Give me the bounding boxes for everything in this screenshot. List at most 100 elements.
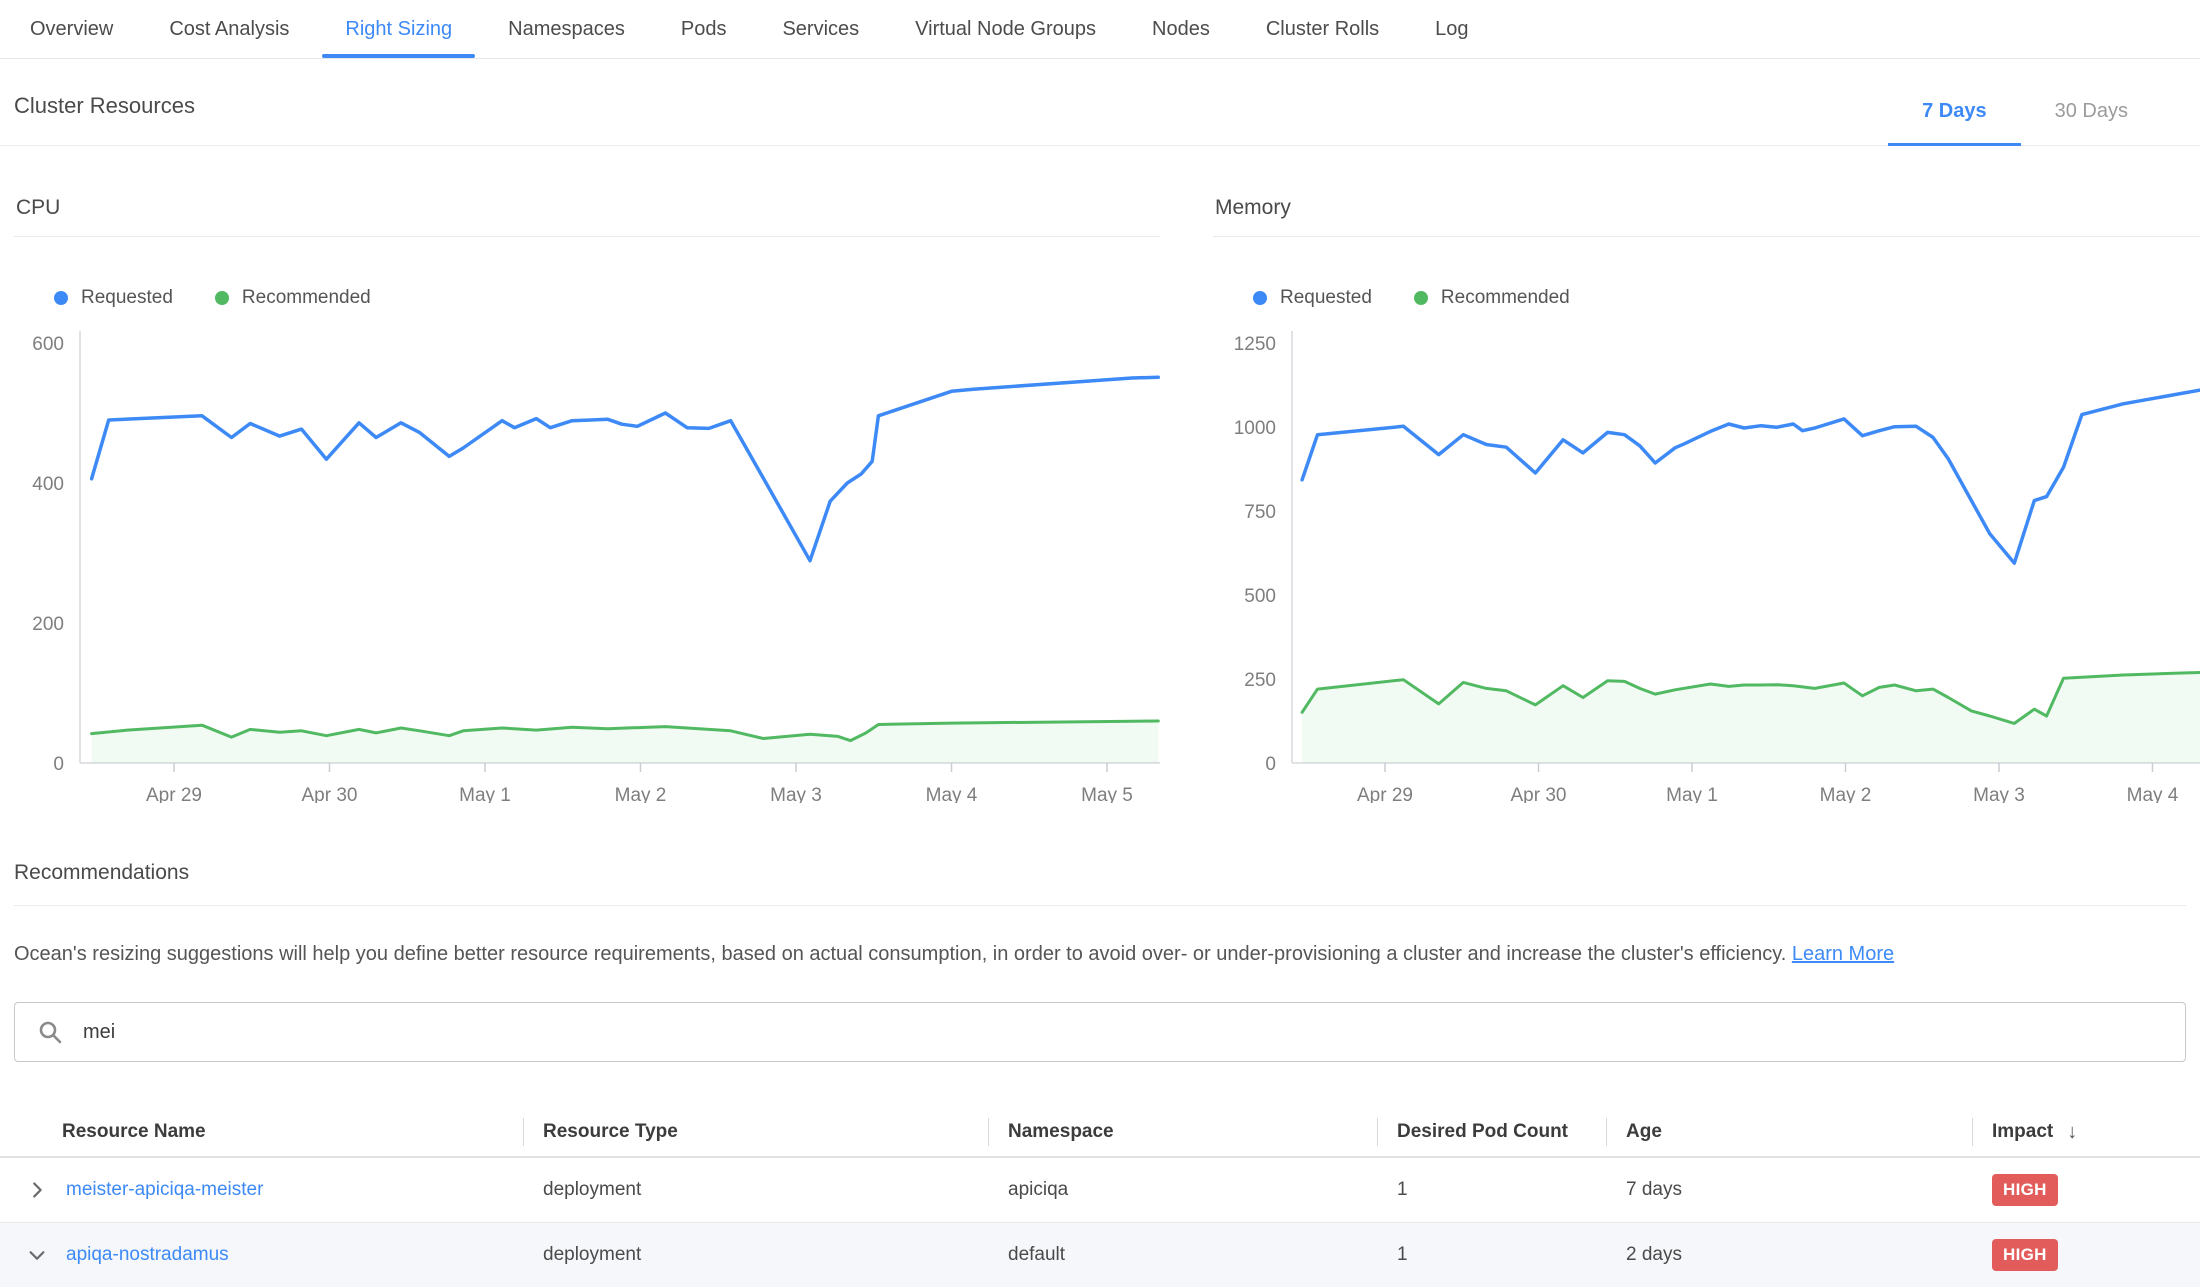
svg-text:200: 200 bbox=[32, 614, 64, 635]
legend-label: Recommended bbox=[242, 287, 371, 309]
tab-label: Nodes bbox=[1152, 18, 1210, 41]
column-header-label: Age bbox=[1626, 1121, 1662, 1143]
svg-text:600: 600 bbox=[32, 334, 64, 355]
svg-text:May 1: May 1 bbox=[1666, 785, 1718, 803]
recommendations-section: Recommendations Ocean's resizing suggest… bbox=[0, 803, 2200, 968]
desired-pod-count-cell: 1 bbox=[1377, 1244, 1606, 1266]
svg-text:May 2: May 2 bbox=[615, 785, 667, 803]
learn-more-link[interactable]: Learn More bbox=[1792, 943, 1894, 965]
impact-cell: HIGH bbox=[1972, 1174, 2200, 1206]
tab-label: Namespaces bbox=[508, 18, 625, 41]
memory-chart-panel: Memory Requested Recommended 0 250 500 750 1… bbox=[1213, 196, 2200, 803]
svg-text:0: 0 bbox=[53, 754, 64, 775]
svg-text:May 3: May 3 bbox=[1973, 785, 2025, 803]
recommended-legend-dot-icon bbox=[1414, 291, 1428, 305]
column-header-namespace[interactable]: Namespace bbox=[988, 1108, 1377, 1156]
recommendations-table: Resource Name Resource Type Namespace De… bbox=[0, 1108, 2200, 1287]
impact-high-badge: HIGH bbox=[1992, 1239, 2058, 1271]
requested-legend-dot-icon bbox=[54, 291, 68, 305]
tab-overview[interactable]: Overview bbox=[2, 0, 141, 58]
resource-type-cell: deployment bbox=[523, 1179, 988, 1201]
time-range-toggle: 7 Days 30 Days bbox=[1888, 100, 2162, 145]
tab-nodes[interactable]: Nodes bbox=[1124, 0, 1238, 58]
legend-label: Requested bbox=[81, 287, 173, 309]
column-header-label: Impact bbox=[1992, 1121, 2053, 1143]
svg-text:Apr 30: Apr 30 bbox=[1511, 785, 1567, 803]
age-cell: 2 days bbox=[1606, 1244, 1972, 1266]
tab-cost-analysis[interactable]: Cost Analysis bbox=[141, 0, 317, 58]
column-header-label: Resource Type bbox=[543, 1121, 678, 1143]
resource-name-cell: apiqa-nostradamus bbox=[0, 1242, 523, 1268]
cluster-resources-header: Cluster Resources 7 Days 30 Days bbox=[0, 59, 2200, 146]
search-box[interactable] bbox=[14, 1002, 2186, 1062]
table-row[interactable]: apiqa-nostradamus deployment default 1 2… bbox=[0, 1222, 2200, 1287]
cpu-chart-legend: Requested Recommended bbox=[54, 287, 1160, 309]
column-header-desired-pod-count[interactable]: Desired Pod Count bbox=[1377, 1108, 1606, 1156]
resource-name-link[interactable]: meister-apiciqa-meister bbox=[66, 1179, 263, 1201]
column-header-age[interactable]: Age bbox=[1606, 1108, 1972, 1156]
svg-text:May 4: May 4 bbox=[2127, 785, 2179, 803]
memory-chart: 025050075010001250Apr 29Apr 30May 1May 2… bbox=[1213, 323, 2200, 803]
column-header-label: Namespace bbox=[1008, 1121, 1114, 1143]
tab-services[interactable]: Services bbox=[754, 0, 887, 58]
impact-high-badge: HIGH bbox=[1992, 1174, 2058, 1206]
legend-item-recommended: Recommended bbox=[215, 287, 371, 309]
legend-item-requested: Requested bbox=[54, 287, 173, 309]
tab-virtual-node-groups[interactable]: Virtual Node Groups bbox=[887, 0, 1124, 58]
legend-label: Recommended bbox=[1441, 287, 1570, 309]
column-header-label: Desired Pod Count bbox=[1397, 1121, 1568, 1143]
svg-text:750: 750 bbox=[1244, 502, 1276, 523]
requested-legend-dot-icon bbox=[1253, 291, 1267, 305]
age-cell: 7 days bbox=[1606, 1179, 1972, 1201]
column-header-resource-type[interactable]: Resource Type bbox=[523, 1108, 988, 1156]
tab-label: Cost Analysis bbox=[169, 18, 289, 41]
collapse-chevron-down-icon[interactable] bbox=[24, 1242, 50, 1268]
resource-name-link[interactable]: apiqa-nostradamus bbox=[66, 1244, 229, 1266]
recommendations-title: Recommendations bbox=[14, 861, 2186, 906]
table-header-row: Resource Name Resource Type Namespace De… bbox=[0, 1108, 2200, 1158]
tab-label: Overview bbox=[30, 18, 113, 41]
tab-label: Log bbox=[1435, 18, 1468, 41]
tab-label: Virtual Node Groups bbox=[915, 18, 1096, 41]
tab-right-sizing[interactable]: Right Sizing bbox=[317, 0, 480, 58]
sort-descending-icon[interactable]: ↓ bbox=[2067, 1121, 2077, 1144]
recommended-legend-dot-icon bbox=[215, 291, 229, 305]
cpu-chart: 0200400600Apr 29Apr 30May 1May 2May 3May… bbox=[14, 323, 1160, 803]
tab-label: Cluster Rolls bbox=[1266, 18, 1379, 41]
tab-cluster-rolls[interactable]: Cluster Rolls bbox=[1238, 0, 1407, 58]
tab-label: Pods bbox=[681, 18, 727, 41]
svg-text:400: 400 bbox=[32, 474, 64, 495]
range-toggle-30-days[interactable]: 30 Days bbox=[2021, 100, 2162, 145]
table-row[interactable]: meister-apiciqa-meister deployment apici… bbox=[0, 1158, 2200, 1222]
namespace-cell: default bbox=[988, 1244, 1377, 1266]
column-header-label: Resource Name bbox=[62, 1121, 206, 1143]
memory-chart-title: Memory bbox=[1213, 196, 2200, 237]
svg-text:0: 0 bbox=[1265, 754, 1276, 775]
svg-text:500: 500 bbox=[1244, 586, 1276, 607]
legend-label: Requested bbox=[1280, 287, 1372, 309]
range-toggle-7-days[interactable]: 7 Days bbox=[1888, 100, 2021, 145]
column-header-resource-name[interactable]: Resource Name bbox=[0, 1108, 523, 1156]
desired-pod-count-cell: 1 bbox=[1377, 1179, 1606, 1201]
svg-text:May 2: May 2 bbox=[1820, 785, 1872, 803]
cpu-chart-panel: CPU Requested Recommended 0 200 400 600 Apr … bbox=[14, 196, 1160, 803]
recommendations-description: Ocean's resizing suggestions will help y… bbox=[14, 940, 2186, 968]
svg-text:May 1: May 1 bbox=[459, 785, 511, 803]
svg-text:Apr 29: Apr 29 bbox=[1357, 785, 1413, 803]
recommendations-description-text: Ocean's resizing suggestions will help y… bbox=[14, 943, 1792, 965]
tab-pods[interactable]: Pods bbox=[653, 0, 755, 58]
tab-namespaces[interactable]: Namespaces bbox=[480, 0, 653, 58]
expand-chevron-right-icon[interactable] bbox=[24, 1177, 50, 1203]
cpu-chart-title: CPU bbox=[14, 196, 1160, 237]
tab-label: Right Sizing bbox=[345, 18, 452, 41]
tab-log[interactable]: Log bbox=[1407, 0, 1496, 58]
memory-chart-legend: Requested Recommended bbox=[1253, 287, 2200, 309]
search-input[interactable] bbox=[81, 1020, 2163, 1045]
column-header-impact[interactable]: Impact ↓ bbox=[1972, 1108, 2200, 1156]
svg-text:Apr 29: Apr 29 bbox=[146, 785, 202, 803]
svg-text:250: 250 bbox=[1244, 670, 1276, 691]
svg-text:1000: 1000 bbox=[1234, 418, 1276, 439]
legend-item-recommended: Recommended bbox=[1414, 287, 1570, 309]
svg-text:May 4: May 4 bbox=[926, 785, 978, 803]
resource-name-cell: meister-apiciqa-meister bbox=[0, 1177, 523, 1203]
